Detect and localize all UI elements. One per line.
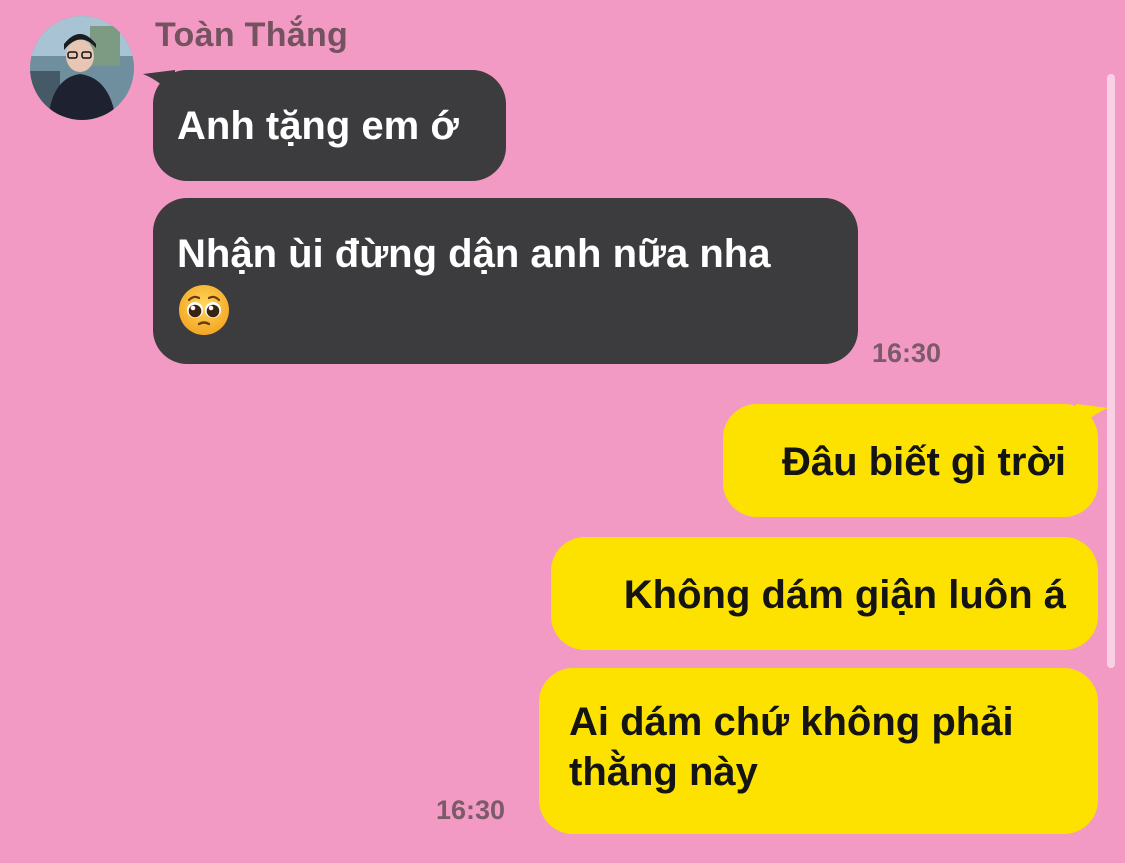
- outgoing-message-1[interactable]: Đâu biết gì trời: [723, 404, 1098, 517]
- avatar-photo-icon: [30, 16, 134, 120]
- outgoing-message-1-text: Đâu biết gì trời: [781, 440, 1066, 484]
- contact-avatar[interactable]: [30, 16, 134, 120]
- outgoing-message-3-text: Ai dám chứ không phải thằng này: [569, 700, 1014, 794]
- incoming-timestamp: 16:30: [872, 338, 942, 368]
- outgoing-bubble-tail: [1076, 404, 1108, 434]
- outgoing-message-2[interactable]: Không dám giận luôn á: [551, 537, 1098, 650]
- outgoing-timestamp: 16:30: [436, 795, 506, 825]
- pleading-face-emoji: [177, 283, 231, 349]
- incoming-message-2[interactable]: Nhận ùi đừng dận anh nữa nha: [153, 198, 858, 364]
- outgoing-message-3[interactable]: Ai dám chứ không phải thằng này: [539, 668, 1098, 834]
- incoming-message-1[interactable]: Anh tặng em ớ: [153, 70, 506, 181]
- chat-scrollbar[interactable]: [1107, 74, 1115, 668]
- incoming-message-2-text: Nhận ùi đừng dận anh nữa nha: [177, 232, 771, 276]
- incoming-bubble-tail: [143, 70, 175, 100]
- outgoing-message-2-text: Không dám giận luôn á: [623, 573, 1066, 617]
- contact-name: Toàn Thắng: [155, 16, 349, 54]
- incoming-message-1-text: Anh tặng em ớ: [177, 104, 459, 148]
